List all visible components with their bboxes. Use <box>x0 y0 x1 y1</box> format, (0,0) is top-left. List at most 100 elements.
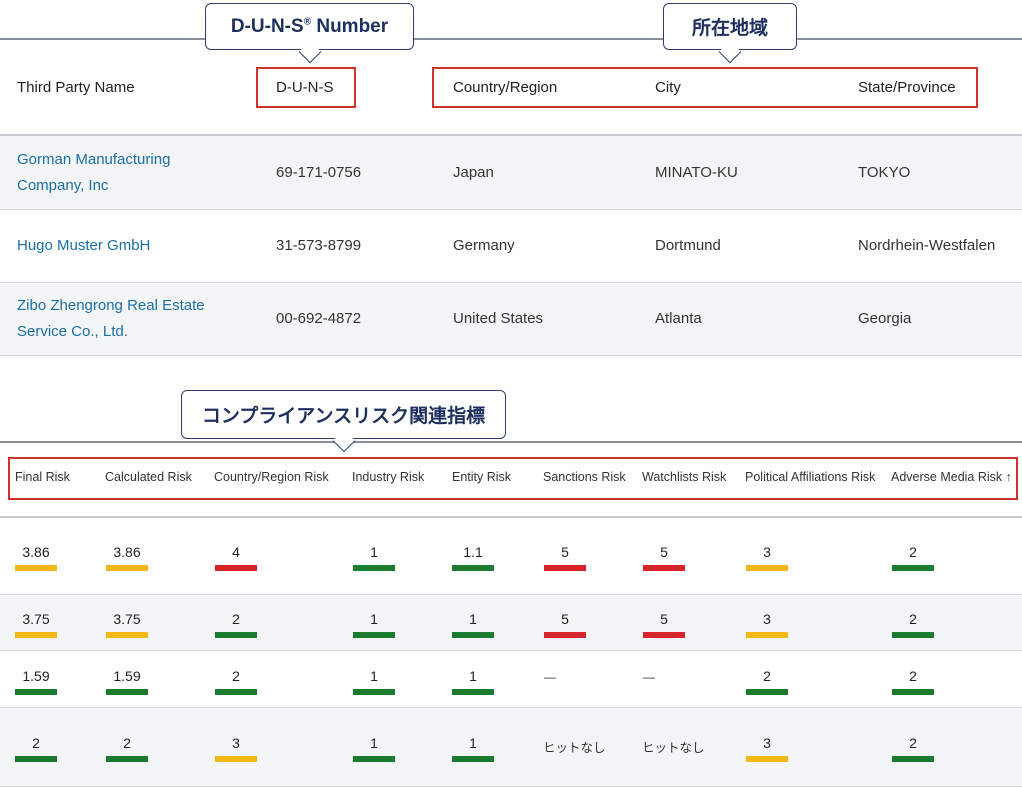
risk-score-value: 3 <box>763 735 771 751</box>
country-value: Japan <box>453 164 494 181</box>
risk-score-value: 1.59 <box>22 668 50 684</box>
risk-level-bar-green <box>746 689 788 695</box>
duns-value: 31-573-8799 <box>276 237 362 254</box>
risk-level-bar-green <box>353 632 395 638</box>
table-row: Hugo Muster GmbH 31-573-8799 Germany Dor… <box>0 210 1022 282</box>
risk-score-value: 1 <box>370 735 378 751</box>
duns-value: 00-692-4872 <box>276 310 362 327</box>
third-party-name-link[interactable]: Zibo Zhengrong Real Estate Service Co., … <box>17 293 205 345</box>
callout-text: コンプライアンスリスク関連指標 <box>201 406 486 427</box>
risk-level-bar-yellow <box>746 756 788 762</box>
risk-score-value: 3.86 <box>22 544 50 560</box>
third-party-name-link[interactable]: Gorman Manufacturing Company, Inc <box>17 147 170 199</box>
risk-level-bar-green <box>452 565 494 571</box>
risk-level-bar-green <box>452 632 494 638</box>
risk-score-value: 5 <box>561 611 569 627</box>
third-party-name-line2: Service Co., Ltd. <box>17 323 128 340</box>
risk-score-value: 1 <box>370 611 378 627</box>
risk-no-hit-label: ヒットなし <box>543 741 606 755</box>
risk-score-value: 5 <box>561 544 569 560</box>
third-party-name-line1: Zibo Zhengrong Real Estate <box>17 297 205 314</box>
callout-text: D-U-N-S® Number <box>230 15 389 37</box>
duns-number-callout: D-U-N-S® Number <box>205 3 414 64</box>
location-highlight-box <box>432 67 978 108</box>
city-value: Dortmund <box>655 237 721 254</box>
risk-level-bar-green <box>892 565 934 571</box>
risk-score-value: 2 <box>232 611 240 627</box>
third-party-name-line1: Gorman Manufacturing <box>17 151 171 168</box>
country-value: United States <box>453 310 544 327</box>
risk-score-value: 1.1 <box>463 544 483 560</box>
risk-indicators-highlight-box <box>8 457 1018 500</box>
risk-score-value: 4 <box>232 544 240 560</box>
duns-highlight-box <box>256 67 356 108</box>
risk-score-value: 2 <box>909 544 917 560</box>
risk-level-bar-yellow <box>15 565 57 571</box>
risk-level-bar-green <box>353 565 395 571</box>
compliance-risk-callout: コンプライアンスリスク関連指標 <box>181 390 506 453</box>
third-party-name-link[interactable]: Hugo Muster GmbH <box>17 233 150 259</box>
risk-score-value: 3 <box>763 544 771 560</box>
risk-level-bar-green <box>892 756 934 762</box>
risk-score-value: 1 <box>469 668 477 684</box>
risk-level-bar-yellow <box>15 632 57 638</box>
risk-level-bar-green <box>106 756 148 762</box>
risk-level-bar-red <box>215 565 257 571</box>
risk-table-top-border <box>0 441 1022 443</box>
callout-text: 所在地域 <box>691 18 768 39</box>
country-value: Germany <box>453 237 515 254</box>
risk-row-bg <box>0 518 1022 594</box>
table-row: Zibo Zhengrong Real Estate Service Co., … <box>0 283 1022 355</box>
risk-score-value: 2 <box>232 668 240 684</box>
risk-no-data-dash: — <box>643 670 655 684</box>
risk-score-value: 1 <box>370 544 378 560</box>
risk-level-bar-green <box>215 689 257 695</box>
risk-row-bg <box>0 708 1022 786</box>
risk-score-value: 1 <box>469 735 477 751</box>
risk-level-bar-green <box>15 756 57 762</box>
table-row: Gorman Manufacturing Company, Inc 69-171… <box>0 136 1022 209</box>
risk-score-value: 3 <box>763 611 771 627</box>
third-party-name-line1: Hugo Muster GmbH <box>17 237 151 254</box>
risk-score-value: 1 <box>370 668 378 684</box>
risk-score-value: 2 <box>909 735 917 751</box>
risk-score-value: 2 <box>123 735 131 751</box>
risk-row-bg <box>0 595 1022 650</box>
risk-level-bar-yellow <box>215 756 257 762</box>
risk-level-bar-red <box>643 632 685 638</box>
duns-value: 69-171-0756 <box>276 164 362 181</box>
risk-score-value: 3.86 <box>113 544 141 560</box>
risk-level-bar-yellow <box>106 565 148 571</box>
risk-level-bar-green <box>452 689 494 695</box>
risk-no-data-dash: — <box>544 670 556 684</box>
risk-score-value: 1 <box>469 611 477 627</box>
risk-score-value: 3.75 <box>113 611 141 627</box>
city-value: MINATO-KU <box>655 164 738 181</box>
row-divider <box>0 786 1022 787</box>
risk-level-bar-green <box>353 756 395 762</box>
column-header-third-party-name[interactable]: Third Party Name <box>17 79 135 96</box>
table-top-border <box>0 38 1022 40</box>
risk-level-bar-red <box>544 632 586 638</box>
risk-level-bar-red <box>643 565 685 571</box>
risk-level-bar-green <box>353 689 395 695</box>
risk-level-bar-yellow <box>106 632 148 638</box>
city-value: Atlanta <box>655 310 702 327</box>
risk-score-value: 2 <box>909 611 917 627</box>
risk-score-value: 2 <box>909 668 917 684</box>
row-divider <box>0 355 1022 356</box>
risk-score-value: 3.75 <box>22 611 50 627</box>
risk-level-bar-green <box>106 689 148 695</box>
risk-score-value: 5 <box>660 611 668 627</box>
risk-score-value: 3 <box>232 735 240 751</box>
risk-row-bg <box>0 651 1022 707</box>
risk-level-bar-green <box>15 689 57 695</box>
risk-level-bar-green <box>892 689 934 695</box>
risk-score-value: 2 <box>763 668 771 684</box>
state-value: Georgia <box>858 310 912 327</box>
risk-score-value: 5 <box>660 544 668 560</box>
state-value: Nordrhein-Westfalen <box>858 237 996 254</box>
risk-level-bar-green <box>452 756 494 762</box>
risk-level-bar-green <box>892 632 934 638</box>
risk-score-value: 2 <box>32 735 40 751</box>
